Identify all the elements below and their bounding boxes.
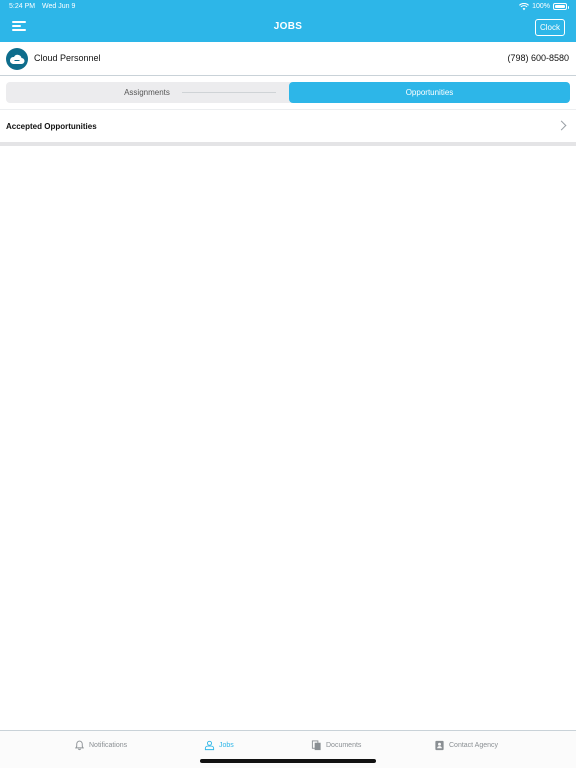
status-time: 5:24 PM <box>9 3 36 10</box>
accepted-opportunities-row[interactable]: Accepted Opportunities <box>0 110 576 142</box>
contact-card-icon <box>435 740 444 751</box>
chevron-right-icon <box>556 120 567 131</box>
segmented-control: Assignments Opportunities <box>6 82 570 103</box>
tab-notifications-label: Notifications <box>89 742 128 749</box>
page-title: JOBS <box>273 21 303 32</box>
accepted-opportunities-label: Accepted Opportunities <box>6 122 97 131</box>
tab-notifications[interactable]: Notifications <box>74 740 127 751</box>
tab-jobs[interactable]: Jobs <box>204 740 234 751</box>
agency-phone-link[interactable]: (798) 600-8580 <box>507 53 569 63</box>
tab-contact-agency[interactable]: Contact Agency <box>434 740 498 751</box>
status-date: Wed Jun 9 <box>42 3 76 10</box>
top-navigation-bar: 5:24 PM Wed Jun 9 100% JOBS Clock <box>0 0 576 42</box>
tab-contact-agency-label: Contact Agency <box>449 742 499 749</box>
segment-opportunities[interactable]: Opportunities <box>289 82 570 103</box>
wifi-icon <box>519 2 530 10</box>
status-indicators: 100% <box>519 0 569 13</box>
segment-assignments[interactable]: Assignments <box>6 82 288 103</box>
tab-jobs-label: Jobs <box>219 742 234 749</box>
cloud-icon <box>9 54 25 64</box>
status-bar: 5:24 PM Wed Jun 9 100% <box>0 0 576 13</box>
tab-documents[interactable]: Documents <box>311 740 361 751</box>
agency-logo <box>6 48 28 70</box>
tab-documents-label: Documents <box>326 742 362 749</box>
section-divider <box>0 142 576 146</box>
bell-icon <box>75 740 84 751</box>
clock-button[interactable]: Clock <box>534 19 565 36</box>
jobs-icon <box>204 740 215 751</box>
agency-name: Cloud Personnel <box>34 53 101 63</box>
documents-icon <box>311 740 321 751</box>
agency-header: Cloud Personnel (798) 600-8580 <box>0 42 576 76</box>
home-indicator[interactable] <box>200 759 376 763</box>
battery-percent: 100% <box>532 3 550 10</box>
battery-icon <box>553 3 569 10</box>
